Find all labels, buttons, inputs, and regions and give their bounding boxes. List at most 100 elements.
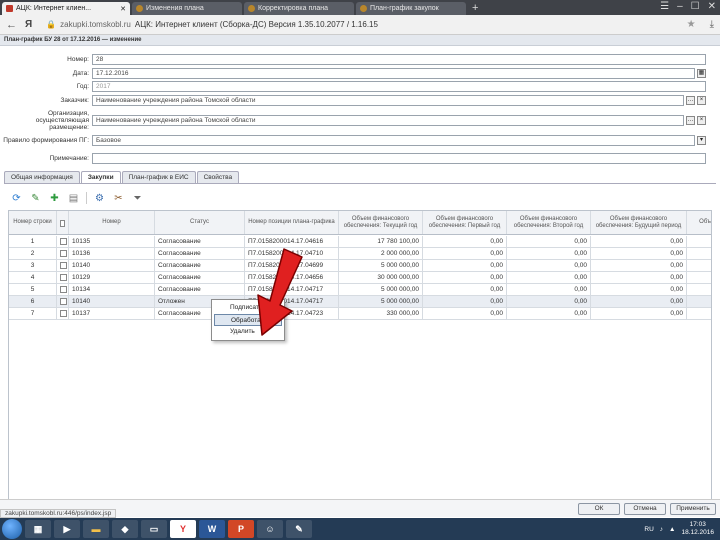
table-cell-y1: 0,00	[423, 248, 507, 259]
row-checkbox[interactable]	[60, 250, 67, 257]
organization-field[interactable]: Наименование учреждения района Томской о…	[92, 115, 684, 126]
close-window-icon[interactable]: ✕	[708, 1, 716, 12]
table-cell-pos: П7.0158200014.17.04616	[245, 236, 339, 247]
taskbar-media-icon[interactable]: ▶	[54, 520, 80, 538]
column-header-select[interactable]	[57, 211, 69, 234]
row-select-cell	[57, 236, 69, 247]
tab-purchases[interactable]: Закупки	[80, 171, 121, 183]
taskbar-folder-icon[interactable]: ▬	[83, 520, 109, 538]
row-select-cell	[57, 248, 69, 259]
table-cell-fut: 0,00	[591, 236, 687, 247]
clear-button[interactable]: ×	[697, 116, 706, 125]
column-header[interactable]: Номер позиции плана-графика	[245, 211, 339, 234]
document-icon[interactable]: ▤	[67, 192, 80, 205]
speaker-icon[interactable]: ♪	[660, 526, 663, 533]
row-checkbox[interactable]	[60, 286, 67, 293]
cancel-button[interactable]: Отмена	[624, 503, 666, 515]
ok-button[interactable]: ОК	[578, 503, 620, 515]
url-field[interactable]: 🔒 zakupki.tomskobl.ru АЦК: Интернет клие…	[40, 18, 701, 32]
table-row[interactable]: 1 10135 Согласование П7.0158200014.17.04616…	[9, 236, 711, 248]
maximize-icon[interactable]: ☐	[691, 1, 700, 12]
chevron-down-icon[interactable]: ▾	[697, 136, 706, 145]
table-cell-cur: 5 000 000,00	[339, 284, 423, 295]
column-header[interactable]: Объем финансового обеспечения: Будущий п…	[591, 211, 687, 234]
column-header[interactable]: Номер строки	[9, 211, 57, 234]
column-header[interactable]: Объем финансового обеспечения: Первый го…	[423, 211, 507, 234]
row-checkbox[interactable]	[60, 262, 67, 269]
table-cell-y1: 0,00	[423, 236, 507, 247]
tab-general-info[interactable]: Общая информация	[4, 171, 80, 183]
add-icon[interactable]: ✚	[48, 192, 61, 205]
table-cell-y2: 0,00	[507, 248, 591, 259]
browser-tab-label: План-график закупок	[370, 5, 439, 12]
note-field[interactable]	[92, 153, 706, 164]
settings-gear-icon[interactable]: ⚙	[93, 192, 106, 205]
column-header[interactable]: Объем финансового обеспечения: Второй го…	[507, 211, 591, 234]
apply-button[interactable]: Применить	[670, 503, 716, 515]
clock[interactable]: 17:03 18.12.2016	[681, 521, 714, 537]
network-icon[interactable]: ▲	[669, 526, 675, 533]
taskbar-explorer-icon[interactable]: ▦	[25, 520, 51, 538]
system-tray: RU ♪ ▲ 17:03 18.12.2016	[644, 521, 720, 537]
browser-tab-active[interactable]: АЦК: Интернет клиен... ✕	[2, 2, 130, 15]
table-row[interactable]: 710137СогласованиеП7.0158200014.17.04723…	[9, 308, 711, 320]
start-button-icon[interactable]	[2, 519, 22, 539]
ellipsis-button[interactable]: …	[686, 116, 695, 125]
row-checkbox[interactable]	[60, 310, 67, 317]
calendar-icon[interactable]: ▦	[697, 69, 706, 78]
taskbar-browser-icon[interactable]: Y	[170, 520, 196, 538]
number-field[interactable]: 28	[92, 54, 706, 65]
table-row[interactable]: 510134СогласованиеП7.0158200014.17.04717…	[9, 284, 711, 296]
taskbar-app-icon[interactable]: ◆	[112, 520, 138, 538]
taskbar-paint-icon[interactable]: ✎	[286, 520, 312, 538]
row-checkbox[interactable]	[60, 238, 67, 245]
site-favicon-icon	[248, 5, 255, 12]
table-cell-line: 2	[9, 248, 57, 259]
browser-tab[interactable]: План-график закупок	[356, 2, 466, 15]
close-tab-icon[interactable]: ✕	[120, 5, 126, 13]
edit-icon[interactable]: ✎	[29, 192, 42, 205]
tab-divider	[4, 183, 716, 184]
date-field[interactable]: 17.12.2016	[92, 68, 695, 79]
column-header[interactable]: Номер	[69, 211, 155, 234]
table-cell-y1: 0,00	[423, 272, 507, 283]
taskbar-desktop-icon[interactable]: ▭	[141, 520, 167, 538]
taskbar-powerpoint-icon[interactable]: P	[228, 520, 254, 538]
column-header[interactable]: Статус	[155, 211, 245, 234]
column-header[interactable]: Объем финансового обеспечения: Текущий г…	[339, 211, 423, 234]
new-tab-button[interactable]: +	[472, 2, 478, 15]
minimize-icon[interactable]: –	[677, 1, 683, 12]
table-row[interactable]: 210136СогласованиеП7.0158200014.17.04710…	[9, 248, 711, 260]
table-cell-fut: 0,00	[591, 296, 687, 307]
tray-language[interactable]: RU	[644, 526, 653, 533]
table-row[interactable]: 6 10140 Отложен П7.0158200014.17.04717 5 000…	[9, 296, 711, 308]
table-cell-cur: 5 000 000,00	[339, 260, 423, 271]
date-row: Дата: 17.12.2016 ▦	[0, 68, 706, 79]
customer-field[interactable]: Наименование учреждения района Томской о…	[92, 95, 684, 106]
ellipsis-button[interactable]: …	[686, 96, 695, 105]
bookmark-star-icon[interactable]: ★	[687, 19, 696, 30]
hamburger-menu-icon[interactable]: ☰	[660, 1, 669, 12]
downloads-icon[interactable]: ⤓	[710, 19, 714, 30]
row-checkbox[interactable]	[60, 298, 67, 305]
taskbar-word-icon[interactable]: W	[199, 520, 225, 538]
tools-icon[interactable]: ✂	[112, 192, 125, 205]
clear-button[interactable]: ×	[697, 96, 706, 105]
column-header[interactable]: Объ...	[687, 211, 711, 234]
tab-properties[interactable]: Свойства	[196, 171, 240, 183]
taskbar-user-icon[interactable]: ☺	[257, 520, 283, 538]
select-all-checkbox[interactable]	[60, 220, 65, 227]
refresh-icon[interactable]: ⟳	[10, 192, 23, 205]
back-button[interactable]: ←	[6, 19, 17, 31]
browser-logo-icon[interactable]: Я	[25, 19, 32, 30]
row-checkbox[interactable]	[60, 274, 67, 281]
browser-tab[interactable]: Изменения плана	[132, 2, 242, 15]
toolbar-separator	[86, 192, 87, 204]
browser-tab[interactable]: Корректировка плана	[244, 2, 354, 15]
note-label: Примечание:	[49, 155, 89, 162]
tab-plan-eis[interactable]: План-график в ЕИС	[121, 171, 196, 183]
filter-icon[interactable]: ⏷	[131, 192, 144, 205]
table-row[interactable]: 310140СогласованиеП7.0158200014.17.04699…	[9, 260, 711, 272]
rule-select[interactable]: Базовое	[92, 135, 695, 146]
table-row[interactable]: 410129СогласованиеП7.0158200014.17.04656…	[9, 272, 711, 284]
